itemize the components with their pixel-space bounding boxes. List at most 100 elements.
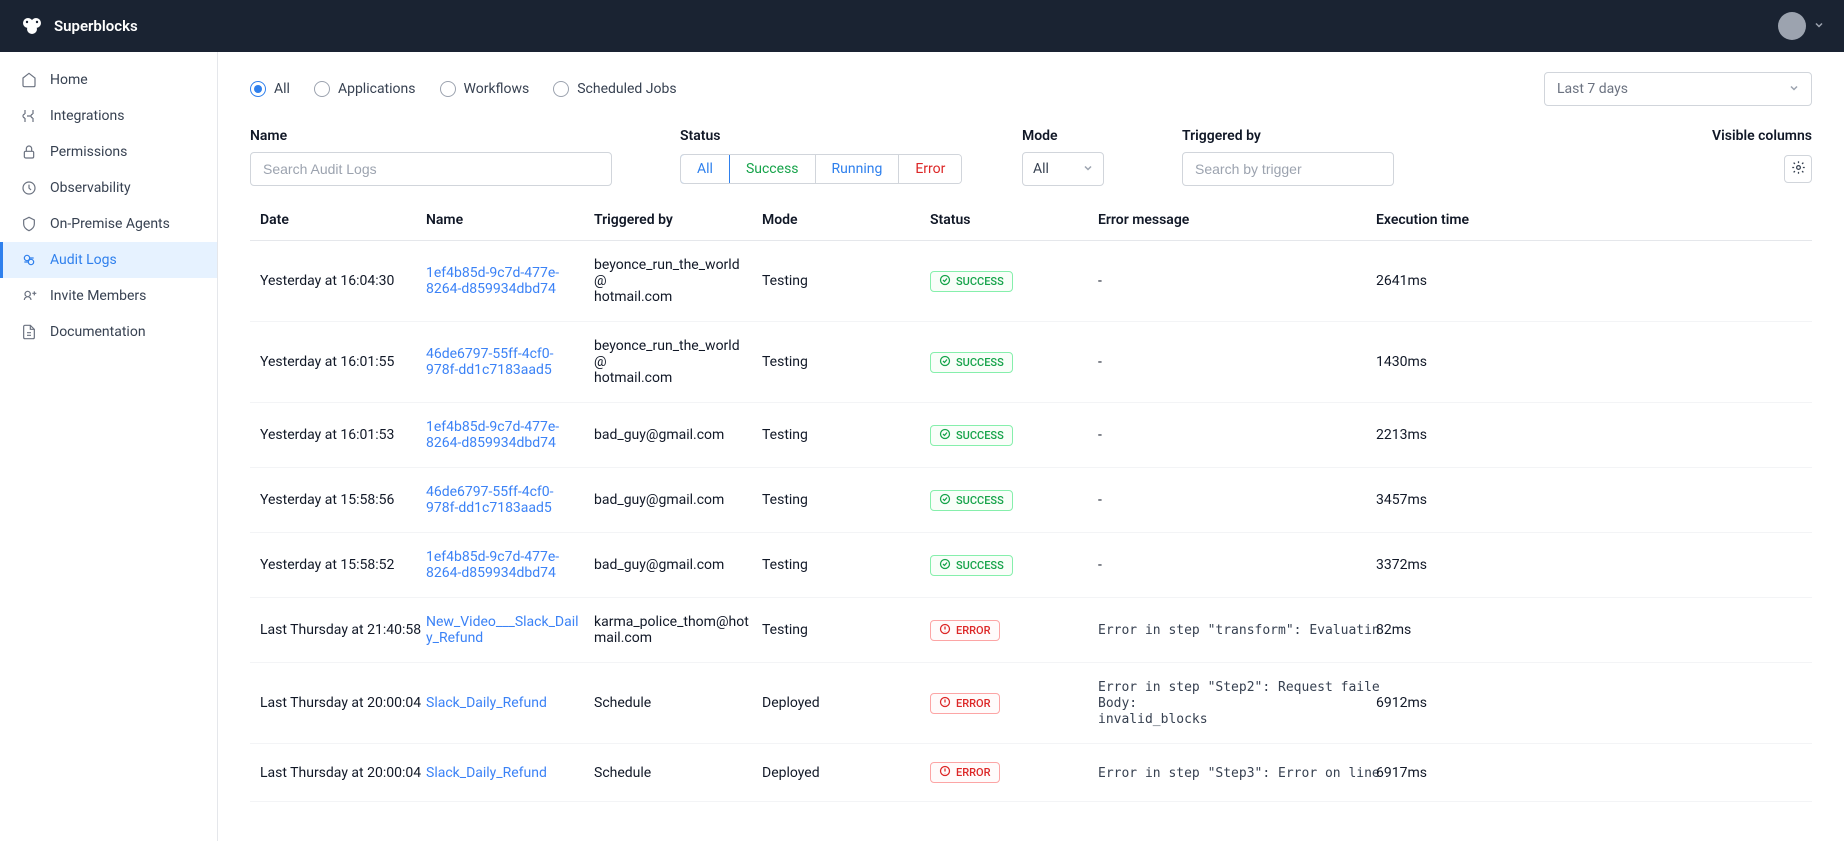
cell-error: Error in step "Step2": Request faile Bod…: [1098, 679, 1376, 727]
cell-trigger: beyonce_run_the_world@ hotmail.com: [594, 257, 762, 305]
filter-label-status: Status: [680, 128, 720, 144]
sidebar-item-label: Invite Members: [50, 288, 146, 304]
alert-circle-icon: [939, 696, 951, 711]
cell-status: SUCCESS: [930, 425, 1098, 446]
cell-date: Yesterday at 16:01:55: [260, 354, 426, 370]
status-badge: SUCCESS: [930, 352, 1013, 373]
table-row[interactable]: Yesterday at 16:01:5546de6797-55ff-4cf0-…: [250, 322, 1812, 403]
topbar-left: Superblocks: [20, 14, 138, 38]
filter-label-trigger: Triggered by: [1182, 128, 1261, 144]
radio-label: Applications: [338, 81, 416, 97]
cell-mode: Deployed: [762, 765, 930, 781]
chevron-down-icon: [1083, 161, 1093, 177]
table-row[interactable]: Yesterday at 16:01:531ef4b85d-9c7d-477e-…: [250, 403, 1812, 468]
cell-name-link[interactable]: 1ef4b85d-9c7d-477e-8264-d859934dbd74: [426, 265, 594, 297]
agents-icon: [20, 215, 38, 233]
user-menu-chevron-icon[interactable]: [1814, 18, 1824, 34]
table-row[interactable]: Last Thursday at 20:00:04Slack_Daily_Ref…: [250, 744, 1812, 802]
integrations-icon: [20, 107, 38, 125]
topbar: Superblocks: [0, 0, 1844, 52]
permissions-icon: [20, 143, 38, 161]
th-date: Date: [260, 212, 426, 228]
date-range-value: Last 7 days: [1557, 81, 1628, 97]
search-trigger-input[interactable]: [1182, 152, 1394, 186]
cell-name-link[interactable]: 46de6797-55ff-4cf0-978f-dd1c7183aad5: [426, 484, 594, 516]
cell-name-link[interactable]: 1ef4b85d-9c7d-477e-8264-d859934dbd74: [426, 419, 594, 451]
cell-name-link[interactable]: New_Video___Slack_Daily_Refund: [426, 614, 594, 646]
date-range-select[interactable]: Last 7 days: [1544, 72, 1812, 106]
cell-trigger: karma_police_thom@hot mail.com: [594, 614, 762, 646]
cell-status: SUCCESS: [930, 555, 1098, 576]
status-badge: ERROR: [930, 620, 1000, 641]
cell-date: Last Thursday at 20:00:04: [260, 765, 426, 781]
table-row[interactable]: Last Thursday at 21:40:58New_Video___Sla…: [250, 598, 1812, 663]
sidebar-item-integrations[interactable]: Integrations: [0, 98, 217, 134]
sidebar-item-label: Home: [50, 72, 88, 88]
brand-name: Superblocks: [54, 17, 138, 35]
status-badge: ERROR: [930, 762, 1000, 783]
cell-error: Error in step "Step3": Error on line: [1098, 765, 1376, 781]
sidebar-item-label: On-Premise Agents: [50, 216, 170, 232]
th-mode: Mode: [762, 212, 930, 228]
cell-error: Error in step "transform": Evaluatin: [1098, 622, 1376, 638]
main-content: All Applications Workflows Scheduled Jobs L…: [218, 52, 1844, 841]
radio-label: Scheduled Jobs: [577, 81, 676, 97]
sidebar: Home IntegrationsPermissionsObservability…: [0, 52, 218, 841]
th-trigger: Triggered by: [594, 212, 762, 228]
cell-mode: Testing: [762, 557, 930, 573]
cell-mode: Testing: [762, 273, 930, 289]
status-badge: SUCCESS: [930, 425, 1013, 446]
table-row[interactable]: Yesterday at 16:04:301ef4b85d-9c7d-477e-…: [250, 241, 1812, 322]
sidebar-item-documentation[interactable]: Documentation: [0, 314, 217, 350]
cell-date: Yesterday at 15:58:56: [260, 492, 426, 508]
table-row[interactable]: Yesterday at 15:58:5646de6797-55ff-4cf0-…: [250, 468, 1812, 533]
cell-trigger: bad_guy@gmail.com: [594, 557, 762, 573]
sidebar-item-permissions[interactable]: Permissions: [0, 134, 217, 170]
status-badge: SUCCESS: [930, 555, 1013, 576]
mode-select-value: All: [1033, 161, 1049, 177]
check-circle-icon: [939, 428, 951, 443]
topbar-right: [1778, 12, 1824, 40]
sidebar-item-audit-logs[interactable]: Audit Logs: [0, 242, 217, 278]
cell-date: Last Thursday at 20:00:04: [260, 695, 426, 711]
sidebar-item-home[interactable]: Home: [0, 62, 217, 98]
radio-workflows[interactable]: Workflows: [440, 81, 530, 97]
gear-icon: [1791, 160, 1806, 179]
status-seg-error[interactable]: Error: [899, 155, 961, 183]
table-row[interactable]: Last Thursday at 20:00:04Slack_Daily_Ref…: [250, 663, 1812, 744]
sidebar-item-observability[interactable]: Observability: [0, 170, 217, 206]
cell-exec: 82ms: [1376, 622, 1526, 638]
status-seg-running[interactable]: Running: [816, 155, 900, 183]
cell-exec: 3457ms: [1376, 492, 1526, 508]
cell-trigger: Schedule: [594, 765, 762, 781]
visible-columns-button[interactable]: [1784, 155, 1812, 183]
cell-name-link[interactable]: 46de6797-55ff-4cf0-978f-dd1c7183aad5: [426, 346, 594, 378]
radio-all[interactable]: All: [250, 81, 290, 97]
mode-select[interactable]: All: [1022, 152, 1104, 186]
sidebar-item-on-premise-agents[interactable]: On-Premise Agents: [0, 206, 217, 242]
search-name-input[interactable]: [250, 152, 612, 186]
cell-name-link[interactable]: 1ef4b85d-9c7d-477e-8264-d859934dbd74: [426, 549, 594, 581]
sidebar-item-invite-members[interactable]: Invite Members: [0, 278, 217, 314]
radio-scheduled-jobs[interactable]: Scheduled Jobs: [553, 81, 676, 97]
check-circle-icon: [939, 493, 951, 508]
avatar[interactable]: [1778, 12, 1806, 40]
status-seg-all[interactable]: All: [680, 154, 730, 184]
cell-error: -: [1098, 273, 1376, 289]
cell-error: -: [1098, 354, 1376, 370]
cell-error: -: [1098, 492, 1376, 508]
radio-circle-icon: [250, 81, 266, 97]
status-badge: SUCCESS: [930, 490, 1013, 511]
filter-label-mode: Mode: [1022, 128, 1058, 144]
table-header-row: Date Name Triggered by Mode Status Error…: [250, 200, 1812, 241]
radio-circle-icon: [553, 81, 569, 97]
status-seg-success[interactable]: Success: [730, 155, 816, 183]
docs-icon: [20, 323, 38, 341]
cell-mode: Testing: [762, 427, 930, 443]
table-row[interactable]: Yesterday at 15:58:521ef4b85d-9c7d-477e-…: [250, 533, 1812, 598]
cell-name-link[interactable]: Slack_Daily_Refund: [426, 695, 594, 711]
th-status: Status: [930, 212, 1098, 228]
cell-name-link[interactable]: Slack_Daily_Refund: [426, 765, 594, 781]
radio-applications[interactable]: Applications: [314, 81, 416, 97]
observability-icon: [20, 179, 38, 197]
